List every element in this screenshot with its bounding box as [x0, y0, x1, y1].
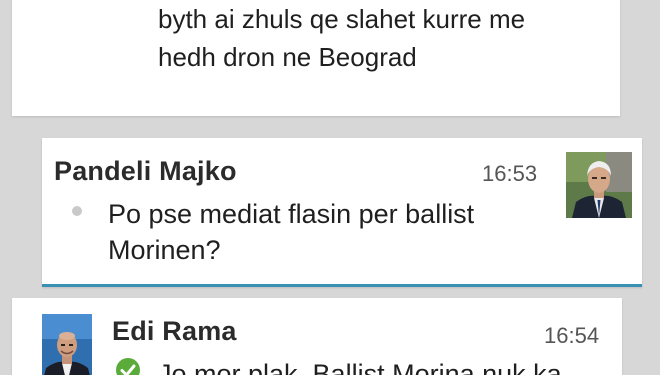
message-text: byth ai zhuls qe slahet kurre me hedh dr… — [158, 4, 526, 72]
pandeli-majko-avatar — [566, 152, 632, 218]
avatar[interactable] — [566, 152, 632, 218]
edi-rama-avatar — [42, 314, 92, 375]
sender-name: Edi Rama — [112, 316, 237, 346]
message-time: 16:53 — [482, 161, 538, 186]
avatar[interactable] — [42, 314, 92, 375]
message-bubble[interactable]: Edi Rama 16:54 Jo mor plak, Ballist Mori… — [12, 298, 622, 375]
message-bubble[interactable]: Pandeli Majko 16:53 Po pse mediat flasin… — [42, 138, 642, 287]
chat-screen: byth ai zhuls qe slahet kurre me hedh dr… — [0, 0, 660, 375]
message-time: 16:54 — [544, 323, 600, 348]
sender-name: Pandeli Majko — [54, 156, 237, 186]
message-bubble[interactable]: byth ai zhuls qe slahet kurre me hedh dr… — [12, 0, 620, 116]
message-text: Po pse mediat flasin per ballist Morinen… — [108, 199, 475, 265]
delivered-check-icon — [116, 358, 140, 375]
message-text: Jo mor plak, Ballist Morina nuk ka — [158, 359, 562, 375]
unread-dot-icon — [72, 206, 82, 216]
